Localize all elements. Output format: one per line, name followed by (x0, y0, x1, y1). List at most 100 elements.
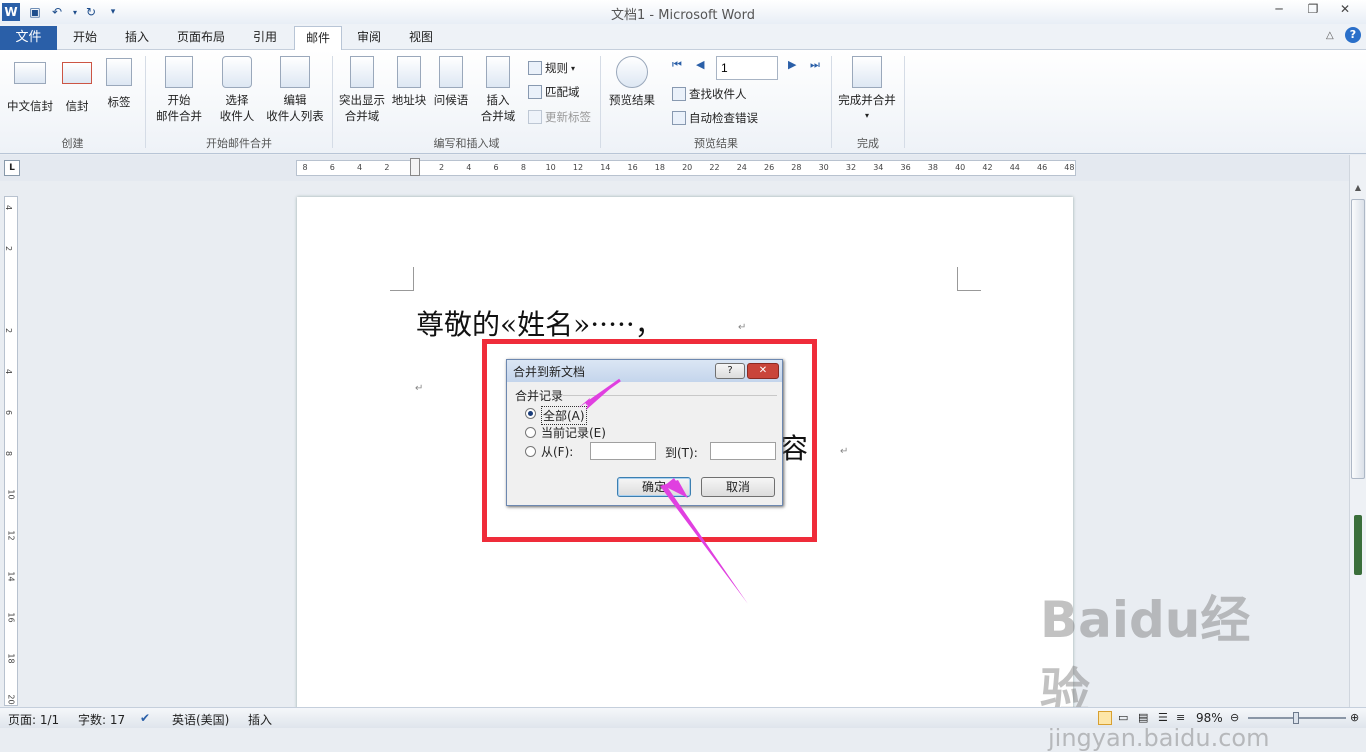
start-mail-merge-button[interactable]: 开始 邮件合并 (150, 56, 208, 124)
side-widget[interactable] (1354, 515, 1362, 575)
close-icon[interactable]: ✕ (1330, 2, 1360, 20)
radio-from[interactable] (525, 446, 536, 457)
web-layout-icon[interactable]: ▤ (1138, 711, 1148, 724)
proofing-icon[interactable]: ✔ (140, 711, 150, 725)
ruler-tick-label: 18 (654, 163, 665, 172)
rules-button[interactable]: 规则 ▾ (528, 60, 575, 76)
last-record-icon[interactable]: ⏭ (810, 58, 820, 72)
recipients-icon (222, 56, 252, 88)
zoom-slider-thumb[interactable] (1293, 712, 1299, 724)
radio-current-record[interactable] (525, 427, 536, 438)
magnifier-icon (616, 56, 648, 88)
ruler-tick-label: 4 (466, 163, 472, 172)
ruler-tick-label: 8 (520, 163, 526, 172)
tab-insert[interactable]: 插入 (114, 26, 160, 50)
first-record-icon[interactable]: ⏮ (672, 58, 682, 72)
ruler-tick-label: 6 (4, 409, 14, 416)
chevron-down-icon: ▾ (864, 111, 869, 120)
edit-recipient-list-button[interactable]: 编辑 收件人列表 (264, 56, 326, 124)
scrollbar-thumb[interactable] (1351, 199, 1365, 479)
tab-page-layout[interactable]: 页面布局 (166, 26, 236, 50)
ruler-tick-label: 22 (709, 163, 720, 172)
find-recipient-button[interactable]: 查找收件人 (672, 86, 747, 102)
greeting-line-button[interactable]: 问候语 (430, 56, 472, 108)
ruler-tick-label: 36 (900, 163, 911, 172)
rules-icon (528, 61, 542, 75)
outline-icon[interactable]: ☰ (1158, 711, 1168, 724)
preview-results-button[interactable]: 预览结果 (606, 56, 658, 108)
ruler-tick-label: 30 (818, 163, 829, 172)
full-screen-icon[interactable]: ▭ (1118, 711, 1128, 724)
chinese-envelope-button[interactable]: 中文信封 (4, 58, 56, 114)
zoom-in-icon[interactable]: ⊕ (1350, 711, 1359, 724)
ruler-tick-label: 4 (4, 204, 14, 211)
document-text-line[interactable]: 尊敬的«姓名»·····， (416, 303, 663, 343)
language[interactable]: 英语(美国) (172, 711, 229, 728)
ruler-tick-label: 12 (572, 163, 584, 172)
ruler-tick-label: 10 (545, 163, 556, 172)
minimize-icon[interactable]: ─ (1264, 2, 1294, 20)
greeting-icon (439, 56, 463, 88)
group-label-start-merge: 开始邮件合并 (206, 137, 272, 150)
tab-references[interactable]: 引用 (242, 26, 288, 50)
indent-marker[interactable] (410, 158, 420, 176)
scroll-up-icon[interactable]: ▲ (1351, 183, 1365, 195)
ruler-tick-label: 46 (1037, 163, 1048, 172)
address-block-button[interactable]: 地址块 (390, 56, 428, 108)
watermark-brand: Baidu经验 (1040, 591, 1251, 721)
ruler-tick-label: 12 (6, 530, 16, 541)
match-fields-button[interactable]: 匹配域 (528, 84, 580, 100)
zoom-out-icon[interactable]: ⊖ (1230, 711, 1239, 724)
update-labels-button[interactable]: 更新标签 (528, 109, 591, 125)
insert-merge-field-button[interactable]: 插入 合并域 (474, 56, 522, 124)
ruler-tick-label: 18 (6, 653, 16, 664)
labels-button[interactable]: 标签 (102, 58, 136, 110)
tab-file[interactable]: 文件 (0, 26, 57, 50)
word-count[interactable]: 字数: 17 (78, 711, 125, 728)
collapse-ribbon-icon[interactable]: △ (1326, 30, 1334, 41)
highlight-merge-fields-button[interactable]: 突出显示 合并域 (336, 56, 388, 124)
ruler-tick-label: 40 (955, 163, 966, 172)
group-label-write-insert: 编写和插入域 (433, 137, 500, 150)
tab-selector-icon[interactable]: L (4, 160, 20, 176)
next-record-icon[interactable]: ▶ (788, 58, 796, 71)
insert-mode[interactable]: 插入 (248, 711, 272, 728)
paragraph-mark: ↵ (840, 446, 849, 457)
draft-icon[interactable]: ≡ (1176, 711, 1185, 724)
baidu-watermark: Baidu经验 jingyan.baidu.com (1040, 580, 1300, 752)
tab-mailings[interactable]: 邮件 (294, 26, 342, 50)
restore-icon[interactable]: ❐ (1298, 2, 1328, 20)
ruler-tick-label: 42 (982, 163, 993, 172)
ruler-tick-label: 32 (845, 163, 857, 172)
ruler-tick-label: 10 (6, 489, 16, 500)
title-bar: W ▣ ↶ ▾ ↻ ▾ 文档1 - Microsoft Word ─ ❐ ✕ (0, 0, 1366, 24)
edit-list-icon (280, 56, 310, 88)
record-number-input[interactable] (716, 56, 778, 80)
ruler-tick-label: 34 (873, 163, 884, 172)
tab-view[interactable]: 视图 (398, 26, 444, 50)
envelope-button[interactable]: 信封 (60, 58, 94, 114)
tab-review[interactable]: 审阅 (346, 26, 392, 50)
vertical-ruler[interactable]: 4 2 2 4 6 8 10 12 14 16 18 20 (4, 196, 18, 706)
auto-check-errors-button[interactable]: 自动检查错误 (672, 110, 758, 126)
ribbon-tabs: 文件 开始 插入 页面布局 引用 邮件 审阅 视图 △ ? (0, 24, 1366, 50)
finish-and-merge-button[interactable]: 完成并合并 ▾ (834, 56, 900, 124)
labels-icon (106, 58, 132, 86)
tab-home[interactable]: 开始 (62, 26, 108, 50)
vertical-scrollbar[interactable]: ▲ (1349, 155, 1366, 708)
ruler-tick-label: 20 (682, 163, 693, 172)
select-recipients-button[interactable]: 选择 收件人 (212, 56, 262, 124)
ruler-tick-label: 20 (6, 694, 16, 705)
watermark-url: jingyan.baidu.com (1048, 724, 1270, 752)
previous-record-icon[interactable]: ◀ (696, 58, 704, 71)
highlight-fields-icon (350, 56, 374, 88)
ruler-tick-label: 4 (4, 368, 14, 375)
zoom-level[interactable]: 98% (1196, 711, 1223, 725)
help-icon[interactable]: ? (1345, 27, 1361, 43)
envelope-icon (14, 62, 46, 84)
radio-all[interactable] (525, 408, 536, 419)
ruler-tick-label: 6 (493, 163, 499, 172)
margin-corner (390, 267, 414, 291)
page-count[interactable]: 页面: 1/1 (8, 711, 59, 728)
print-layout-icon[interactable] (1098, 711, 1112, 725)
